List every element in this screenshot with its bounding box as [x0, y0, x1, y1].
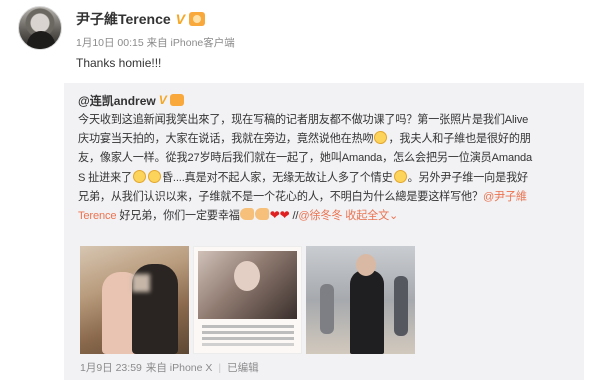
repost-photo-3[interactable] [306, 246, 415, 354]
repost-text-line: 。另外尹子维一向是我好 [407, 171, 529, 184]
post-author-name[interactable]: 尹子維Terence [76, 9, 171, 29]
post-text: Thanks homie!!! [76, 56, 162, 70]
repost-author-link[interactable]: @连凯andrew [78, 92, 156, 109]
collapse-text-link[interactable]: 收起全文 [342, 210, 389, 222]
avatar[interactable] [18, 6, 62, 50]
verified-icon: V [158, 93, 167, 107]
post-meta: 1月10日 00:15 来自 iPhone客户端 [76, 35, 235, 50]
flexed-biceps-icon [254, 208, 269, 221]
repost-time[interactable]: 1月9日 23:59 [80, 360, 142, 375]
edited-label[interactable]: 已编辑 [227, 360, 259, 375]
repost-photo-1[interactable] [80, 246, 189, 354]
grimace-emoji-icon [393, 169, 407, 183]
mention-link[interactable]: Terence [78, 210, 117, 222]
repost-meta: 1月9日 23:59 来自 iPhone X | 已编辑 [80, 360, 259, 375]
heart-icon: ❤ [269, 208, 280, 223]
meta-divider: | [218, 361, 222, 374]
repost-text: 今天收到这追新闻我笑出來了，现在写稿的记者朋友都不做功课了吗？第一张照片是我们A… [78, 111, 578, 226]
post-author-row: 尹子維Terence V [76, 9, 206, 29]
grimace-emoji-icon [147, 169, 161, 183]
watermark [428, 337, 556, 357]
verified-icon: V [175, 11, 186, 27]
repost-text-line: 友，像家人一样。從我27岁時后我们就在一起了，她叫Amanda，怎么会把另一位演… [78, 152, 533, 165]
repost-text-line: ，我夫人和子維也是很好的朋 [388, 133, 531, 146]
repost-source: 来自 iPhone X [145, 362, 213, 374]
post-time[interactable]: 1月10日 00:15 [76, 37, 144, 49]
post-source: 来自 iPhone客户端 [146, 37, 235, 49]
heart-icon: ❤ [279, 208, 290, 223]
repost-photo-2[interactable] [193, 246, 302, 354]
member-medal-icon [189, 12, 206, 26]
repost-text-line: 兄弟，从我们认识以来，子维就不是一个花心的人，不明白为什么總是要这样写他？ [78, 190, 483, 203]
repost-text-line: S 扯进来了 [78, 171, 132, 184]
repost-author-row: @连凯andrew V [78, 92, 184, 108]
member-medal-icon [169, 94, 184, 106]
repost-text-line: 好兄弟，你们一定要幸福 [116, 210, 240, 223]
chevron-up-icon[interactable]: ⌄ [389, 210, 398, 222]
flexed-biceps-icon [239, 208, 254, 221]
grimace-emoji-icon [132, 169, 146, 183]
repost-text-line: 庆功宴当天拍的，大家在说话，我就在旁边，竟然说他在热吻 [78, 133, 374, 146]
repost-text-line: 今天收到这追新闻我笑出來了，现在写稿的记者朋友都不做功课了吗？第一张照片是我们A… [78, 114, 529, 126]
mention-link[interactable]: @尹子維 [483, 191, 527, 203]
mention-link[interactable]: @徐冬冬 [298, 210, 342, 222]
repost-text-line: 昏....真是对不起人家，无缘无故让人多了个情史 [161, 171, 393, 184]
laughing-emoji-icon [374, 131, 388, 145]
